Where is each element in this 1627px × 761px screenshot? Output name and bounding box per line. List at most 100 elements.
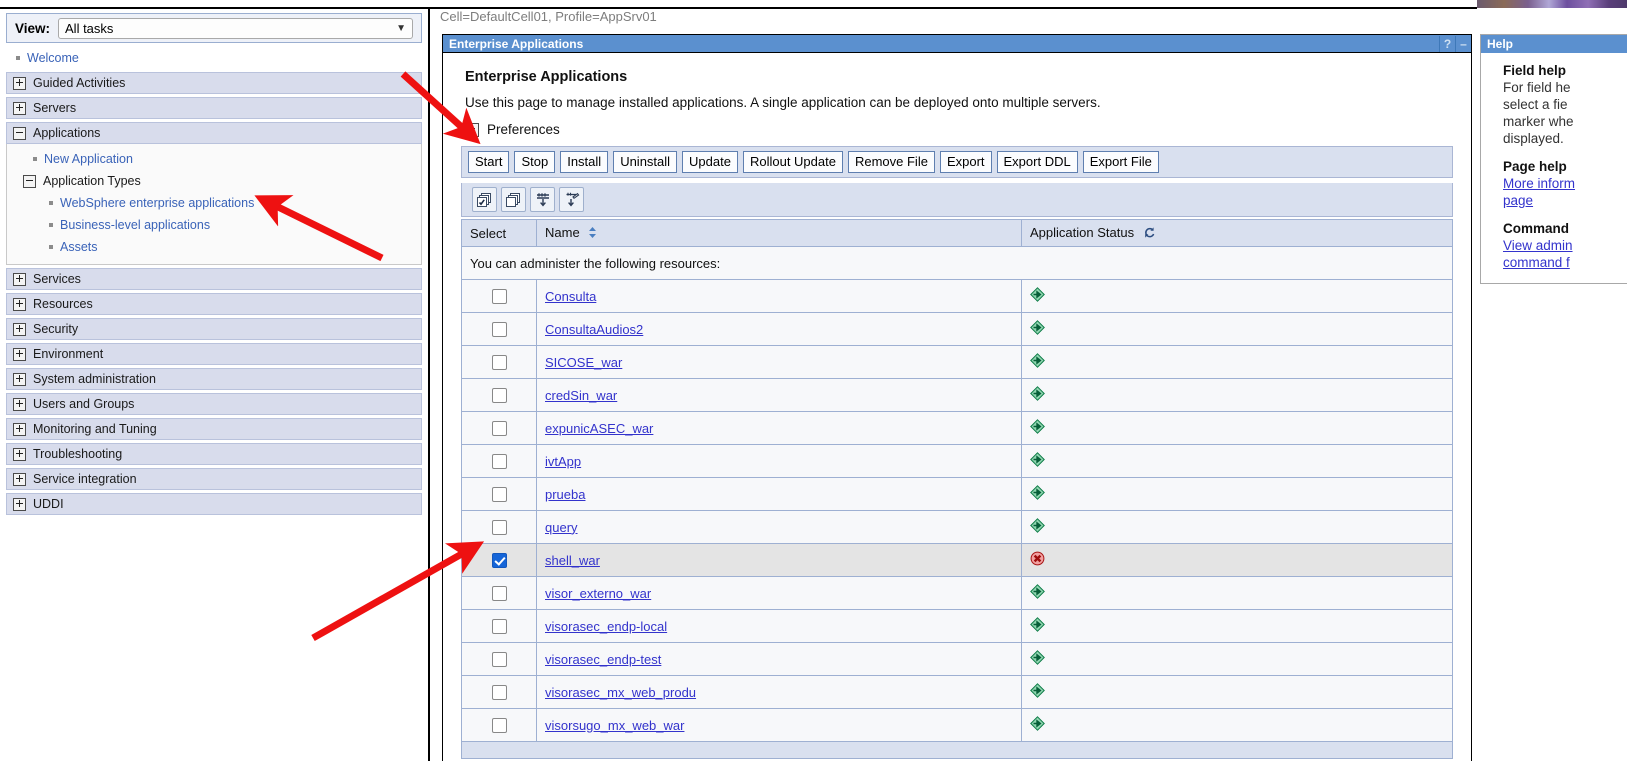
sidebar-group-users-and-groups[interactable]: Users and Groups bbox=[6, 393, 422, 415]
export-ddl-button[interactable]: Export DDL bbox=[996, 151, 1078, 173]
field-help-heading: Field help bbox=[1503, 63, 1567, 78]
application-link[interactable]: visorsugo_mx_web_war bbox=[545, 718, 684, 733]
deselect-all-icon[interactable] bbox=[501, 187, 526, 212]
expand-plus-icon bbox=[13, 447, 26, 461]
uninstall-button[interactable]: Uninstall bbox=[613, 151, 678, 173]
application-link[interactable]: ConsultaAudios2 bbox=[545, 322, 643, 337]
rollout-update-button[interactable]: Rollout Update bbox=[742, 151, 843, 173]
view-selector-container: View: All tasks ▼ bbox=[6, 13, 422, 43]
row-checkbox[interactable] bbox=[491, 520, 507, 536]
preferences-toggle[interactable]: Preferences bbox=[465, 122, 1453, 137]
header-application-status[interactable]: Application Status bbox=[1021, 219, 1453, 247]
application-link[interactable]: visorasec_endp-test bbox=[545, 652, 661, 667]
application-link[interactable]: visor_externo_war bbox=[545, 586, 651, 601]
sidebar-group-service-integration[interactable]: Service integration bbox=[6, 468, 422, 490]
sidebar-group-troubleshooting[interactable]: Troubleshooting bbox=[6, 443, 422, 465]
select-all-icon[interactable] bbox=[472, 187, 497, 212]
sidebar-link-assets[interactable]: Assets bbox=[60, 240, 98, 254]
row-checkbox[interactable] bbox=[491, 421, 507, 437]
table-banner-text: You can administer the following resourc… bbox=[461, 246, 1453, 280]
bullet-icon bbox=[16, 56, 20, 60]
expand-plus-icon bbox=[465, 122, 479, 137]
sidebar-group-monitoring-and-tuning[interactable]: Monitoring and Tuning bbox=[6, 418, 422, 440]
field-help-line: select a fie bbox=[1503, 97, 1568, 112]
help-icon[interactable]: ? bbox=[1439, 35, 1455, 52]
sidebar-link-business-level-applications[interactable]: Business-level applications bbox=[60, 218, 210, 232]
export-file-button[interactable]: Export File bbox=[1082, 151, 1159, 173]
stop-button[interactable]: Stop bbox=[514, 151, 556, 173]
sidebar-group-uddi[interactable]: UDDI bbox=[6, 493, 422, 515]
sidebar-group-resources[interactable]: Resources bbox=[6, 293, 422, 315]
row-checkbox-checked[interactable] bbox=[491, 553, 507, 569]
sidebar-link-websphere-enterprise-applications[interactable]: WebSphere enterprise applications bbox=[60, 196, 254, 210]
application-link[interactable]: ivtApp bbox=[545, 454, 581, 469]
install-button[interactable]: Install bbox=[560, 151, 609, 173]
sidebar-item-welcome[interactable]: Welcome bbox=[0, 47, 428, 69]
application-link[interactable]: SICOSE_war bbox=[545, 355, 622, 370]
page-help-link-continued[interactable]: page bbox=[1503, 192, 1627, 209]
row-checkbox[interactable] bbox=[491, 718, 507, 734]
sidebar-item-business-level-applications[interactable]: Business-level applications bbox=[7, 214, 421, 236]
sidebar-item-assets[interactable]: Assets bbox=[7, 236, 421, 258]
help-title: Help bbox=[1481, 35, 1627, 53]
header-name[interactable]: Name bbox=[536, 219, 1022, 247]
sidebar-group-security[interactable]: Security bbox=[6, 318, 422, 340]
table-row: ivtApp bbox=[461, 444, 1453, 478]
sidebar-item-websphere-enterprise-applications[interactable]: WebSphere enterprise applications bbox=[7, 192, 421, 214]
refresh-icon[interactable] bbox=[1143, 226, 1156, 242]
sidebar-link-welcome[interactable]: Welcome bbox=[27, 51, 79, 65]
row-checkbox[interactable] bbox=[491, 487, 507, 503]
row-name-cell: visorasec_mx_web_produ bbox=[536, 675, 1022, 709]
show-filter-icon[interactable] bbox=[530, 187, 555, 212]
sidebar-link-new-application[interactable]: New Application bbox=[44, 152, 133, 166]
page-help-heading: Page help bbox=[1503, 159, 1567, 174]
command-help-link[interactable]: View admin bbox=[1503, 237, 1627, 254]
sidebar-group-services[interactable]: Services bbox=[6, 268, 422, 290]
application-link[interactable]: prueba bbox=[545, 487, 585, 502]
view-select[interactable]: All tasks ▼ bbox=[58, 17, 413, 39]
sidebar-group-system-administration[interactable]: System administration bbox=[6, 368, 422, 390]
application-link[interactable]: credSin_war bbox=[545, 388, 617, 403]
table-row-selected: shell_war bbox=[461, 543, 1453, 577]
sidebar-group-guided-activities[interactable]: Guided Activities bbox=[6, 72, 422, 94]
sidebar-applications-subtree: New Application Application Types WebSph… bbox=[6, 144, 422, 265]
application-link[interactable]: query bbox=[545, 520, 578, 535]
remove-file-button[interactable]: Remove File bbox=[847, 151, 935, 173]
application-link[interactable]: shell_war bbox=[545, 553, 600, 568]
row-checkbox[interactable] bbox=[491, 652, 507, 668]
expand-plus-icon bbox=[13, 322, 26, 336]
sidebar-group-application-types[interactable]: Application Types bbox=[7, 170, 421, 192]
status-started-icon bbox=[1030, 353, 1045, 368]
minimize-icon[interactable]: – bbox=[1455, 35, 1471, 52]
row-checkbox[interactable] bbox=[491, 355, 507, 371]
export-button[interactable]: Export bbox=[939, 151, 992, 173]
sort-icon[interactable] bbox=[588, 226, 597, 242]
sidebar-group-servers[interactable]: Servers bbox=[6, 97, 422, 119]
expand-plus-icon bbox=[13, 472, 26, 486]
expand-plus-icon bbox=[13, 101, 26, 115]
page-help-link[interactable]: More inform bbox=[1503, 175, 1627, 192]
application-link[interactable]: visorasec_mx_web_produ bbox=[545, 685, 696, 700]
row-checkbox[interactable] bbox=[491, 322, 507, 338]
update-button[interactable]: Update bbox=[682, 151, 738, 173]
status-started-icon bbox=[1030, 617, 1045, 632]
sidebar-item-new-application[interactable]: New Application bbox=[7, 148, 421, 170]
application-link[interactable]: visorasec_endp-local bbox=[545, 619, 667, 634]
websphere-admin-console: View: All tasks ▼ Welcome Guided Activit… bbox=[0, 0, 1627, 761]
row-checkbox[interactable] bbox=[491, 388, 507, 404]
row-select-cell bbox=[461, 345, 537, 379]
application-link[interactable]: expunicASEC_war bbox=[545, 421, 653, 436]
command-help-link-continued[interactable]: command f bbox=[1503, 254, 1627, 271]
portlet-title-text: Enterprise Applications bbox=[449, 36, 584, 51]
clear-filter-icon[interactable] bbox=[559, 187, 584, 212]
row-checkbox[interactable] bbox=[491, 619, 507, 635]
row-checkbox[interactable] bbox=[491, 586, 507, 602]
sidebar-group-environment[interactable]: Environment bbox=[6, 343, 422, 365]
row-checkbox[interactable] bbox=[491, 454, 507, 470]
row-checkbox[interactable] bbox=[491, 289, 507, 305]
header-select: Select bbox=[461, 219, 537, 247]
start-button[interactable]: Start bbox=[468, 151, 510, 173]
sidebar-group-applications[interactable]: Applications bbox=[6, 122, 422, 144]
row-checkbox[interactable] bbox=[491, 685, 507, 701]
application-link[interactable]: Consulta bbox=[545, 289, 596, 304]
